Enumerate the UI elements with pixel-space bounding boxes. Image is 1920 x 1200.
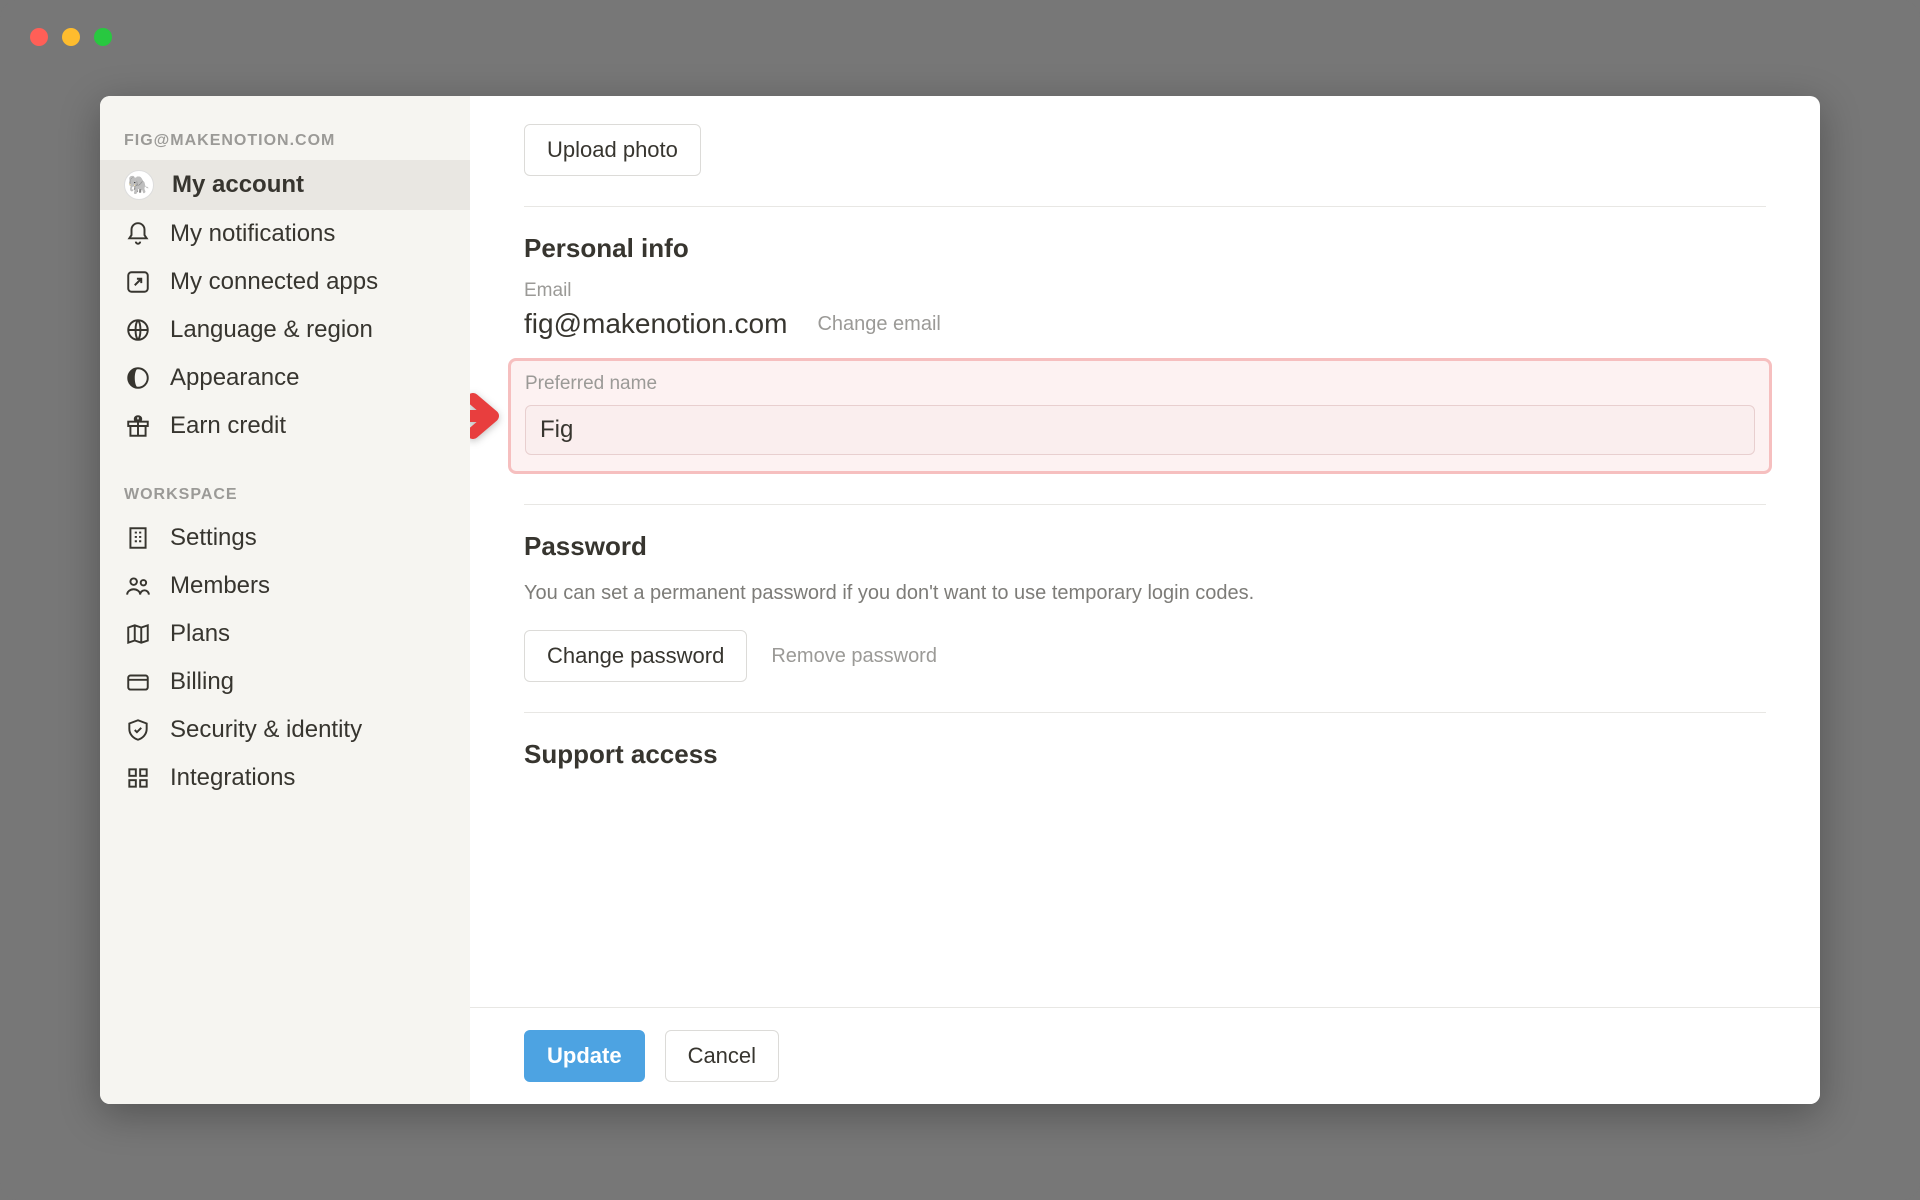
sidebar-item-settings[interactable]: Settings: [100, 514, 470, 562]
sidebar-item-appearance[interactable]: Appearance: [100, 354, 470, 402]
sidebar-workspace-header: WORKSPACE: [100, 470, 470, 514]
sidebar-item-label: Language & region: [170, 316, 373, 344]
moon-icon: [124, 364, 152, 392]
settings-sidebar: FIG@MAKENOTION.COM 🐘 My account My notif…: [100, 96, 470, 1104]
shield-icon: [124, 716, 152, 744]
window-traffic-lights: [30, 28, 112, 46]
building-icon: [124, 524, 152, 552]
password-title: Password: [524, 531, 1766, 562]
external-link-icon: [124, 268, 152, 296]
footer-actions: Update Cancel: [470, 1007, 1820, 1104]
sidebar-account-header: FIG@MAKENOTION.COM: [100, 116, 470, 160]
map-icon: [124, 620, 152, 648]
settings-modal: FIG@MAKENOTION.COM 🐘 My account My notif…: [100, 96, 1820, 1104]
maximize-window-icon[interactable]: [94, 28, 112, 46]
sidebar-item-label: My account: [172, 171, 304, 199]
upload-photo-button[interactable]: Upload photo: [524, 124, 701, 176]
email-value: fig@makenotion.com: [524, 308, 787, 340]
sidebar-item-label: Settings: [170, 524, 257, 552]
avatar-icon: 🐘: [124, 170, 154, 200]
sidebar-item-billing[interactable]: Billing: [100, 658, 470, 706]
divider: [524, 504, 1766, 505]
credit-card-icon: [124, 668, 152, 696]
sidebar-item-my-account[interactable]: 🐘 My account: [100, 160, 470, 210]
close-window-icon[interactable]: [30, 28, 48, 46]
change-password-button[interactable]: Change password: [524, 630, 747, 682]
sidebar-item-my-notifications[interactable]: My notifications: [100, 210, 470, 258]
gift-icon: [124, 412, 152, 440]
support-access-title: Support access: [524, 739, 1766, 770]
sidebar-item-earn-credit[interactable]: Earn credit: [100, 402, 470, 450]
globe-icon: [124, 316, 152, 344]
sidebar-item-label: Billing: [170, 668, 234, 696]
sidebar-item-label: My connected apps: [170, 268, 378, 296]
grid-icon: [124, 764, 152, 792]
email-label: Email: [524, 280, 1766, 302]
cancel-button[interactable]: Cancel: [665, 1030, 779, 1082]
personal-info-title: Personal info: [524, 233, 1766, 264]
callout-arrow-icon: [470, 389, 507, 443]
update-button[interactable]: Update: [524, 1030, 645, 1082]
sidebar-item-label: Earn credit: [170, 412, 286, 440]
sidebar-item-label: Integrations: [170, 764, 295, 792]
sidebar-item-language-region[interactable]: Language & region: [100, 306, 470, 354]
divider: [524, 712, 1766, 713]
remove-password-link[interactable]: Remove password: [771, 645, 937, 668]
sidebar-item-label: Appearance: [170, 364, 299, 392]
app-chrome: FIG@MAKENOTION.COM 🐘 My account My notif…: [0, 0, 1920, 1200]
sidebar-item-label: Members: [170, 572, 270, 600]
preferred-name-highlight: Preferred name: [508, 358, 1772, 474]
sidebar-item-security[interactable]: Security & identity: [100, 706, 470, 754]
sidebar-item-connected-apps[interactable]: My connected apps: [100, 258, 470, 306]
preferred-name-input[interactable]: [525, 405, 1755, 455]
sidebar-item-integrations[interactable]: Integrations: [100, 754, 470, 802]
sidebar-item-label: Plans: [170, 620, 230, 648]
sidebar-item-label: Security & identity: [170, 716, 362, 744]
minimize-window-icon[interactable]: [62, 28, 80, 46]
password-description: You can set a permanent password if you …: [524, 578, 1344, 608]
sidebar-item-members[interactable]: Members: [100, 562, 470, 610]
sidebar-item-label: My notifications: [170, 220, 335, 248]
divider: [524, 206, 1766, 207]
people-icon: [124, 572, 152, 600]
preferred-name-label: Preferred name: [525, 373, 1755, 395]
sidebar-item-plans[interactable]: Plans: [100, 610, 470, 658]
change-email-link[interactable]: Change email: [817, 313, 940, 336]
bell-icon: [124, 220, 152, 248]
settings-content: Upload photo Personal info Email fig@mak…: [470, 96, 1820, 1104]
